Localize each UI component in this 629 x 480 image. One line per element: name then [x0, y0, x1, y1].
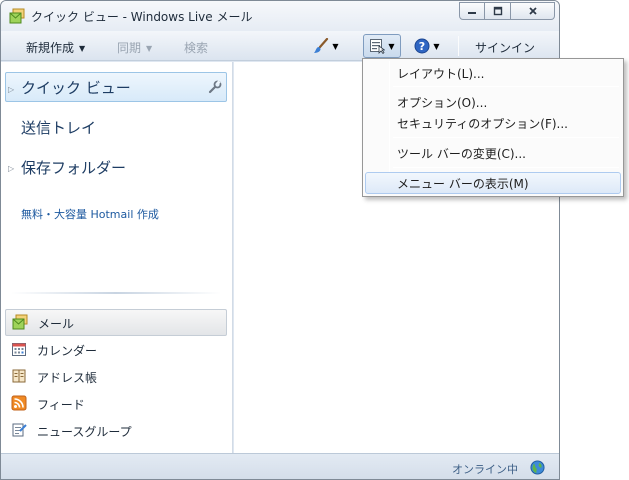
mail-icon — [12, 314, 28, 330]
new-button-label: 新規作成 — [26, 41, 75, 55]
paintbrush-icon — [314, 38, 329, 53]
nav-label: メール — [38, 317, 75, 331]
close-button[interactable] — [511, 2, 555, 20]
pane-divider — [11, 292, 221, 294]
menu-separator — [393, 167, 619, 168]
nav-label: フィード — [37, 398, 85, 412]
toolbar: 新規作成 ▼ 同期 ▼ 検索 ▼ ▼ ? ▼ サインイン — [1, 31, 559, 61]
menu-icon — [370, 39, 386, 54]
chevron-down-icon: ▼ — [332, 41, 339, 51]
calendar-icon — [12, 343, 26, 356]
menu-item-customize-toolbar[interactable]: ツール バーの変更(C)... — [365, 142, 621, 164]
nav-item-calendar[interactable]: カレンダー — [1, 336, 231, 363]
menu-item-label: ツール バーの変更(C)... — [397, 147, 527, 161]
minimize-icon — [468, 12, 476, 14]
chevron-down-icon: ▼ — [79, 44, 86, 53]
menu-separator — [393, 86, 619, 87]
expand-arrow-icon: ▷ — [8, 85, 15, 94]
menus-button[interactable]: ▼ — [363, 34, 401, 58]
nav-label: ニュースグループ — [37, 425, 132, 439]
globe-icon[interactable] — [530, 460, 545, 475]
feed-icon — [11, 395, 27, 411]
maximize-button[interactable] — [485, 2, 511, 20]
help-icon: ? — [414, 38, 430, 54]
folder-item-storage-folders[interactable]: ▷ 保存フォルダー — [1, 152, 231, 182]
menu-item-security-options[interactable]: セキュリティのオプション(F)... — [365, 112, 621, 134]
nav-item-address-book[interactable]: アドレス帳 — [1, 363, 231, 390]
caption-buttons — [459, 2, 555, 20]
nav-item-newsgroups[interactable]: ニュースグループ — [1, 417, 231, 444]
help-button[interactable]: ? ▼ — [411, 34, 443, 58]
nav-label: アドレス帳 — [37, 371, 98, 385]
nav-list: メール カレンダー アドレス帳 フィード ニュースグループ — [1, 309, 231, 444]
nav-label: カレンダー — [37, 344, 98, 358]
online-status: オンライン中 — [452, 463, 518, 476]
folder-item-quick-view[interactable]: ▷ クイック ビュー — [5, 72, 227, 102]
title-bar[interactable]: クイック ビュー - Windows Live メール — [1, 1, 559, 31]
newsgroup-icon — [12, 423, 27, 437]
folder-pane: ▷ クイック ビュー 送信トレイ ▷ 保存フォルダー 無料・大容量 Hotmai… — [1, 62, 233, 453]
wrench-icon[interactable] — [208, 80, 222, 94]
folder-label: クイック ビュー — [21, 79, 131, 97]
folder-label: 送信トレイ — [21, 119, 97, 137]
windows-live-mail-icon — [9, 8, 25, 24]
status-bar: オンライン中 — [1, 453, 559, 479]
search-button-label: 検索 — [184, 41, 209, 55]
nav-item-feeds[interactable]: フィード — [1, 390, 231, 417]
menu-item-label: レイアウト(L)... — [397, 67, 485, 81]
menu-item-label: オプション(O)... — [397, 96, 488, 110]
menu-separator — [393, 137, 619, 138]
folder-item-outbox[interactable]: 送信トレイ — [1, 112, 231, 142]
search-button[interactable]: 検索 — [184, 39, 208, 56]
window-title: クイック ビュー - Windows Live メール — [31, 10, 253, 24]
toolbar-divider — [458, 36, 459, 56]
close-icon — [528, 7, 537, 15]
new-button[interactable]: 新規作成 ▼ — [26, 39, 85, 56]
hotmail-signup-link[interactable]: 無料・大容量 Hotmail 作成 — [21, 206, 159, 222]
chevron-down-icon: ▼ — [146, 44, 153, 53]
color-button[interactable]: ▼ — [309, 34, 343, 58]
sync-button-label: 同期 — [117, 41, 142, 55]
menu-item-label: セキュリティのオプション(F)... — [397, 117, 568, 131]
chevron-down-icon: ▼ — [433, 41, 440, 51]
menus-dropdown: レイアウト(L)... オプション(O)... セキュリティのオプション(F).… — [362, 58, 624, 197]
expand-arrow-icon: ▷ — [8, 164, 15, 173]
chevron-down-icon: ▼ — [388, 41, 395, 51]
maximize-icon — [493, 6, 502, 16]
sync-button[interactable]: 同期 ▼ — [117, 39, 152, 56]
nav-item-mail[interactable]: メール — [5, 309, 227, 336]
address-book-icon — [12, 369, 26, 383]
menu-item-options[interactable]: オプション(O)... — [365, 91, 621, 113]
svg-text:?: ? — [419, 40, 425, 53]
signin-button[interactable]: サインイン — [475, 39, 535, 56]
signin-button-label: サインイン — [475, 41, 536, 55]
menu-item-label: メニュー バーの表示(M) — [397, 177, 529, 191]
menu-item-layout[interactable]: レイアウト(L)... — [365, 62, 621, 84]
minimize-button[interactable] — [459, 2, 485, 20]
folder-label: 保存フォルダー — [21, 159, 127, 177]
menu-item-show-menu-bar[interactable]: メニュー バーの表示(M) — [365, 172, 621, 194]
